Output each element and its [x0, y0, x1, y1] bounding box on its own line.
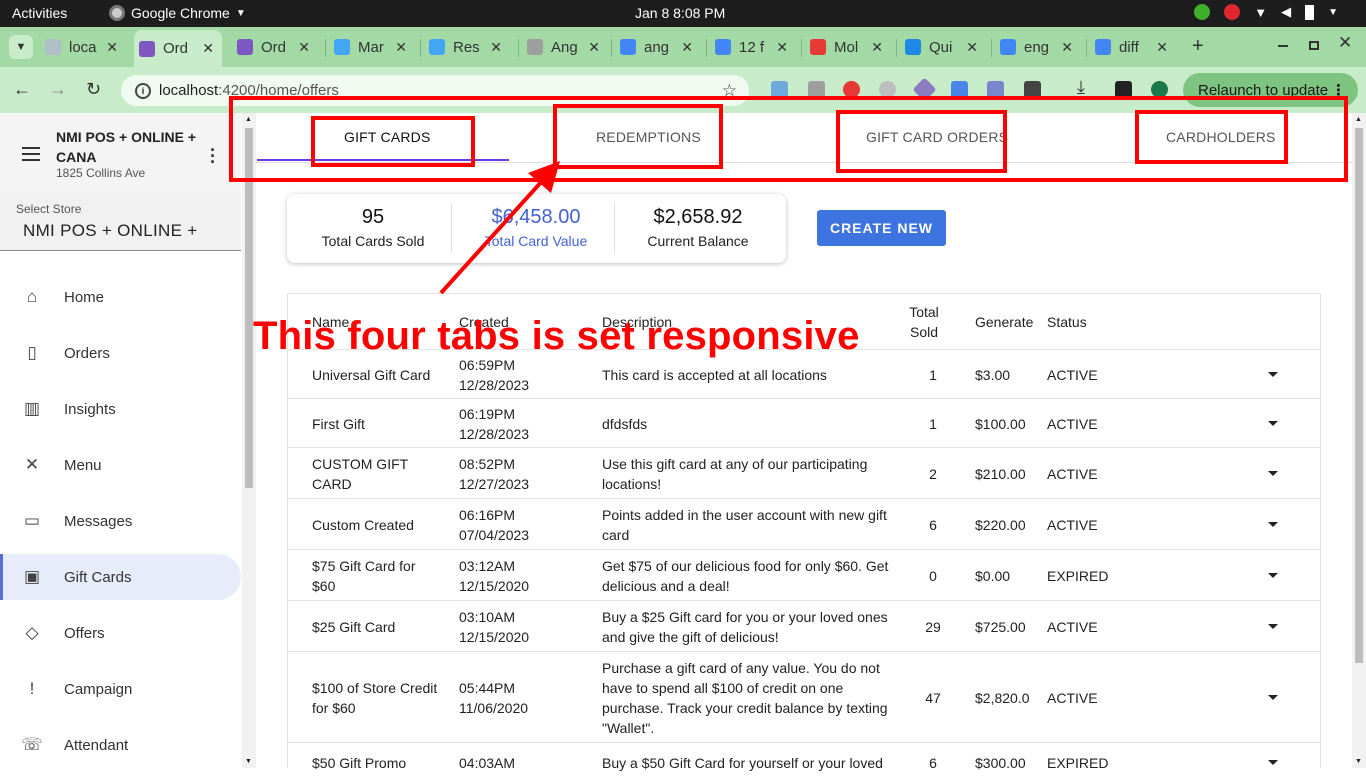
annotation-arrow: [439, 161, 560, 295]
annotation-text: This four tabs is set responsive: [253, 314, 860, 358]
